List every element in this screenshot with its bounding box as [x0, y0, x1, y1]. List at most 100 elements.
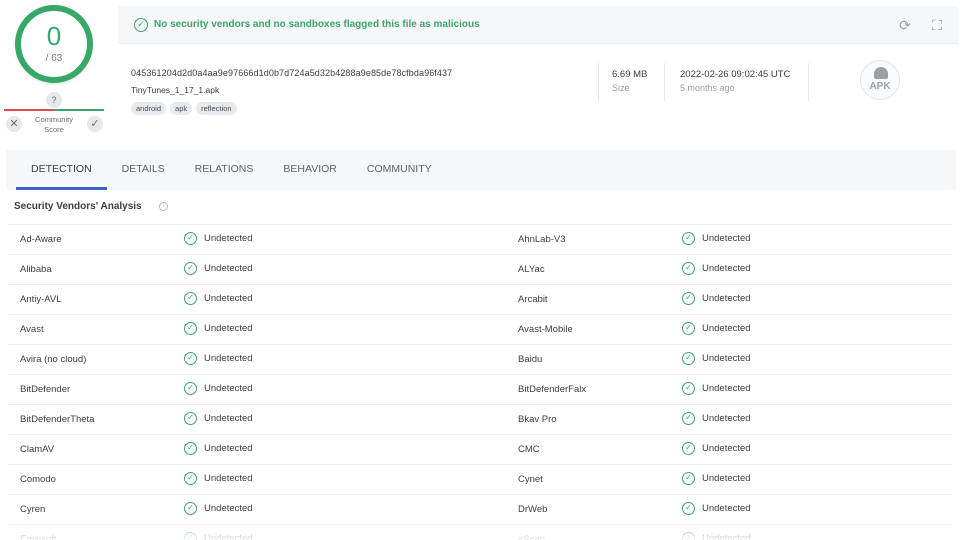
vendor-result: ✓ Undetected — [184, 472, 253, 485]
divider — [598, 63, 599, 101]
check-circle-icon: ✓ — [682, 412, 695, 425]
vendor-result: ✓ Undetected — [682, 292, 751, 305]
info-icon[interactable]: i — [159, 202, 168, 211]
vendor-result-label: Undetected — [702, 443, 751, 454]
check-circle-icon: ✓ — [682, 262, 695, 275]
check-circle-icon: ✓ — [682, 502, 695, 515]
vendor-result-label: Undetected — [702, 473, 751, 484]
vendor-name: BitDefenderTheta — [20, 414, 95, 425]
vendor-result-label: Undetected — [702, 323, 751, 334]
check-circle-icon: ✓ — [184, 262, 197, 275]
table-row: Comodo ✓ Undetected Cynet ✓ Undetected — [8, 465, 952, 495]
check-circle-icon: ✓ — [184, 412, 197, 425]
vendors-table: Ad-Aware ✓ Undetected AhnLab-V3 ✓ Undetected A… — [8, 224, 952, 540]
section-title: Security Vendors' Analysis — [14, 201, 142, 212]
vendor-result-label: Undetected — [702, 503, 751, 514]
vote-harmless-button[interactable]: ✓ — [87, 116, 103, 132]
vendor-result-label: Undetected — [204, 473, 253, 484]
community-help-icon[interactable]: ? — [46, 92, 62, 108]
table-row: BitDefenderTheta ✓ Undetected Bkav Pro ✓ Unde… — [8, 405, 952, 435]
vendor-name: Comodo — [20, 474, 56, 485]
analysis-date-relative: 5 months ago — [680, 83, 735, 93]
vendor-result-label: Undetected — [204, 353, 253, 364]
vendor-result-label: Undetected — [702, 263, 751, 274]
report-tabs: DETECTION DETAILS RELATIONS BEHAVIOR COM… — [6, 150, 956, 190]
vendor-result: ✓ Undetected — [184, 262, 253, 275]
vendor-name: Cynet — [518, 474, 543, 485]
vendor-name: AhnLab-V3 — [518, 234, 566, 245]
check-circle-icon: ✓ — [184, 232, 197, 245]
check-circle-icon: ✓ — [682, 382, 695, 395]
vendor-result-label: Undetected — [702, 293, 751, 304]
tab-details[interactable]: DETAILS — [107, 150, 180, 190]
vendor-name: Avast-Mobile — [518, 324, 573, 335]
vendor-result-label: Undetected — [204, 443, 253, 454]
tag-reflection[interactable]: reflection — [196, 102, 237, 115]
tag-apk[interactable]: apk — [170, 102, 193, 115]
vendor-name: Ad-Aware — [20, 234, 62, 245]
table-row: Antiy-AVL ✓ Undetected Arcabit ✓ Undetected — [8, 285, 952, 315]
tab-behavior[interactable]: BEHAVIOR — [268, 150, 351, 190]
vendor-result: ✓ Undetected — [184, 412, 253, 425]
reanalyze-icon[interactable]: ⟳ — [896, 16, 914, 34]
vendor-result: ✓ Undetected — [184, 382, 253, 395]
vendor-result: ✓ Undetected — [682, 502, 751, 515]
table-row: ClamAV ✓ Undetected CMC ✓ Undetected — [8, 435, 952, 465]
community-score-bar — [4, 109, 104, 111]
file-type-label: APK — [869, 81, 891, 92]
vendor-result-label: Undetected — [204, 293, 253, 304]
table-row: Alibaba ✓ Undetected ALYac ✓ Undetected — [8, 255, 952, 285]
vendor-name: Bkav Pro — [518, 414, 557, 425]
tab-relations[interactable]: RELATIONS — [180, 150, 269, 190]
vendor-result-label: Undetected — [702, 383, 751, 394]
detection-count: 0 — [46, 21, 62, 51]
vendor-result: ✓ Undetected — [184, 232, 253, 245]
tab-community[interactable]: COMMUNITY — [352, 150, 447, 190]
vendor-result-label: Undetected — [204, 383, 253, 394]
vendor-result-label: Undetected — [702, 353, 751, 364]
check-circle-icon: ✓ — [682, 292, 695, 305]
verdict-message: No security vendors and no sandboxes fla… — [154, 19, 480, 30]
tab-detection[interactable]: DETECTION — [6, 150, 107, 190]
detection-score-ring: 0 / 63 — [15, 5, 93, 83]
file-size-value: 6.69 MB — [612, 69, 648, 80]
check-circle-icon: ✓ — [184, 322, 197, 335]
check-circle-icon: ✓ — [184, 292, 197, 305]
android-robot-icon — [874, 67, 888, 79]
vendor-result-label: Undetected — [702, 233, 751, 244]
check-circle-icon: ✓ — [184, 472, 197, 485]
vendor-name: Avira (no cloud) — [20, 354, 87, 365]
check-circle-icon: ✓ — [184, 442, 197, 455]
vendor-name: BitDefenderFalx — [518, 384, 587, 395]
file-tags: android apk reflection — [131, 102, 237, 115]
check-circle-icon: ✓ — [184, 382, 197, 395]
check-circle-icon: ✓ — [184, 502, 197, 515]
vendor-result: ✓ Undetected — [682, 232, 751, 245]
check-circle-icon: ✓ — [682, 472, 695, 485]
divider — [664, 63, 665, 101]
vendor-name: Arcabit — [518, 294, 548, 305]
verdict-banner: ✓ No security vendors and no sandboxes f… — [118, 6, 958, 44]
community-score-label: Community Score — [35, 115, 73, 134]
vendor-result-label: Undetected — [702, 413, 751, 424]
check-circle-icon: ✓ — [682, 352, 695, 365]
vendor-name: Cyren — [20, 504, 46, 515]
vendor-name: Antiy-AVL — [20, 294, 62, 305]
divider — [808, 63, 809, 101]
vendor-name: ALYac — [518, 264, 545, 275]
vendor-name: ClamAV — [20, 444, 55, 455]
check-circle-icon: ✓ — [682, 442, 695, 455]
vendor-result: ✓ Undetected — [682, 442, 751, 455]
file-hash[interactable]: 045361204d2d0a4aa9e97666d1d0b7d724a5d32b… — [131, 68, 452, 78]
tag-android[interactable]: android — [131, 102, 167, 115]
table-row: Avast ✓ Undetected Avast-Mobile ✓ Undetected — [8, 315, 952, 345]
vendor-result-label: Undetected — [204, 413, 253, 424]
graph-view-icon[interactable]: ⛶ — [928, 16, 946, 34]
vendor-result-label: Undetected — [204, 263, 253, 274]
table-row: Avira (no cloud) ✓ Undetected Baidu ✓ Undetec… — [8, 345, 952, 375]
bottom-fade — [0, 518, 960, 540]
vendor-name: Avast — [20, 324, 44, 335]
file-name: TinyTunes_1_17_1.apk — [131, 85, 220, 95]
vote-malicious-button[interactable]: ✕ — [6, 116, 22, 132]
vendor-result: ✓ Undetected — [682, 412, 751, 425]
